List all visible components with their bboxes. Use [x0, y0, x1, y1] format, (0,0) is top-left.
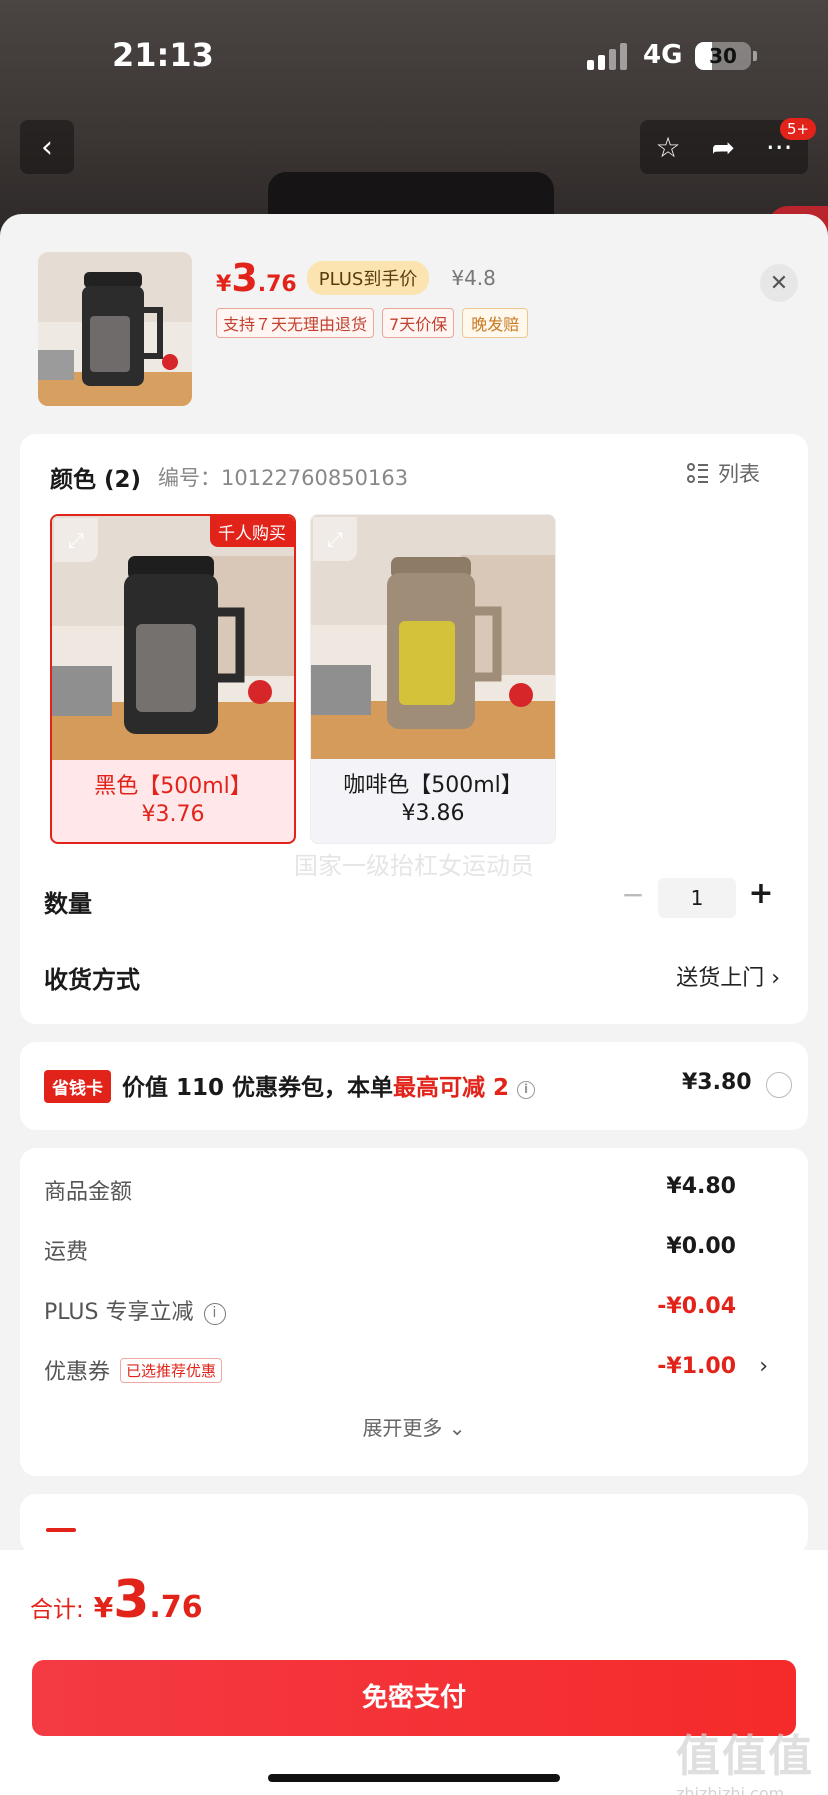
variant-black[interactable]: ⤢ 千人购买 黑色【500ml】 ¥3.76: [50, 514, 296, 844]
quantity-minus-button[interactable]: −: [616, 878, 650, 918]
expand-image-icon[interactable]: ⤢: [313, 517, 357, 561]
chevron-right-icon: ›: [759, 1354, 768, 1379]
home-indicator[interactable]: [268, 1774, 560, 1782]
status-bar: 21:13 4G 30: [0, 0, 828, 110]
bottom-bar: 合计: ¥3.76 免密支付 值值值 zhizhizhi.com: [0, 1550, 828, 1795]
product-header: ¥3.76 PLUS到手价 ¥4.8 支持７天无理由退货 7天价保 晚发赔 ✕: [0, 214, 828, 424]
chevron-left-icon: ‹: [41, 129, 53, 165]
back-button[interactable]: ‹: [20, 120, 74, 174]
spec-card: 颜色 (2) 编号：10122760850163 列表 ⤢ 千人购买 黑色【50…: [20, 434, 808, 1024]
battery-level: 30: [709, 44, 737, 68]
info-icon[interactable]: i: [517, 1081, 536, 1099]
status-time: 21:13: [112, 36, 214, 74]
service-tag-price-protect: 7天价保: [382, 308, 455, 338]
shipping-label: 收货方式: [44, 966, 140, 994]
network-type: 4G: [643, 40, 683, 70]
price-row: ¥3.76 PLUS到手价 ¥4.8: [216, 256, 496, 301]
quantity-label: 数量: [44, 890, 92, 918]
original-price: ¥4.8: [451, 266, 496, 290]
favorite-star-icon[interactable]: ☆: [655, 131, 680, 164]
current-price: ¥3.76: [216, 256, 297, 300]
summary-row-plus-discount: PLUS 专享立减 i -¥0.04: [44, 1294, 736, 1325]
product-code: 编号：10122760850163: [158, 466, 409, 490]
battery-tip: [753, 51, 757, 61]
saver-badge: 省钱卡: [44, 1070, 111, 1103]
spec-title: 颜色 (2): [50, 467, 142, 493]
expand-more-button[interactable]: 展开更多 ⌄: [20, 1412, 808, 1441]
list-view-toggle[interactable]: 列表: [686, 458, 760, 488]
service-tag-return: 支持７天无理由退货: [216, 308, 375, 338]
battery-icon: 30: [695, 42, 751, 70]
service-tag-late-compensation: 晚发赔: [462, 308, 529, 338]
summary-row-coupon[interactable]: 优惠券 已选推荐优惠 -¥1.00 ›: [44, 1354, 794, 1394]
hot-sale-tag: 千人购买: [210, 516, 294, 547]
product-thumbnail[interactable]: [38, 252, 192, 406]
variant-coffee[interactable]: ⤢ 咖啡色【500ml】 ¥3.86: [310, 514, 556, 844]
close-button[interactable]: ✕: [760, 264, 798, 302]
total-price: 合计: ¥3.76: [30, 1570, 203, 1630]
summary-row-goods: 商品金额 ¥4.80: [44, 1174, 736, 1205]
quantity-input[interactable]: 1: [658, 878, 736, 918]
signal-icon: [587, 42, 631, 70]
variant-price: ¥3.86: [401, 801, 465, 826]
saver-description: 价值 110 优惠券包，本单最高可减 2i: [122, 1068, 536, 1102]
list-toggle-label: 列表: [718, 462, 760, 486]
section-marker: [46, 1528, 76, 1532]
variant-name: 咖啡色【500ml】: [343, 773, 523, 798]
purchase-sheet: ¥3.76 PLUS到手价 ¥4.8 支持７天无理由退货 7天价保 晚发赔 ✕ …: [0, 214, 828, 1795]
watermark-text: 国家一级抬杠女运动员: [294, 852, 534, 880]
site-watermark: 值值值 zhizhizhi.com: [676, 1731, 814, 1795]
quantity-plus-button[interactable]: +: [744, 876, 778, 916]
saver-card[interactable]: 省钱卡 价值 110 优惠券包，本单最高可减 2i ¥3.80: [20, 1042, 808, 1130]
variant-price: ¥3.76: [141, 802, 205, 827]
next-card: [20, 1494, 808, 1554]
saver-radio[interactable]: [766, 1072, 792, 1098]
notification-badge: 5+: [780, 118, 817, 140]
info-icon[interactable]: i: [203, 1303, 226, 1325]
share-icon[interactable]: ➦: [711, 131, 734, 164]
list-icon: [687, 463, 708, 483]
plus-price-tag: PLUS到手价: [306, 261, 430, 295]
summary-row-shipping: 运费 ¥0.00: [44, 1234, 736, 1265]
service-tags: 支持７天无理由退货 7天价保 晚发赔: [216, 308, 529, 338]
variant-name: 黑色【500ml】: [94, 774, 252, 799]
price-summary-card: 商品金额 ¥4.80 运费 ¥0.00 PLUS 专享立减 i -¥0.04 优惠…: [20, 1148, 808, 1476]
saver-price: ¥3.80: [682, 1070, 752, 1095]
close-icon: ✕: [769, 270, 789, 296]
expand-image-icon[interactable]: ⤢: [54, 518, 98, 562]
recommended-tag: 已选推荐优惠: [120, 1358, 223, 1383]
shipping-method-selector[interactable]: 送货上门 ›: [676, 960, 780, 992]
